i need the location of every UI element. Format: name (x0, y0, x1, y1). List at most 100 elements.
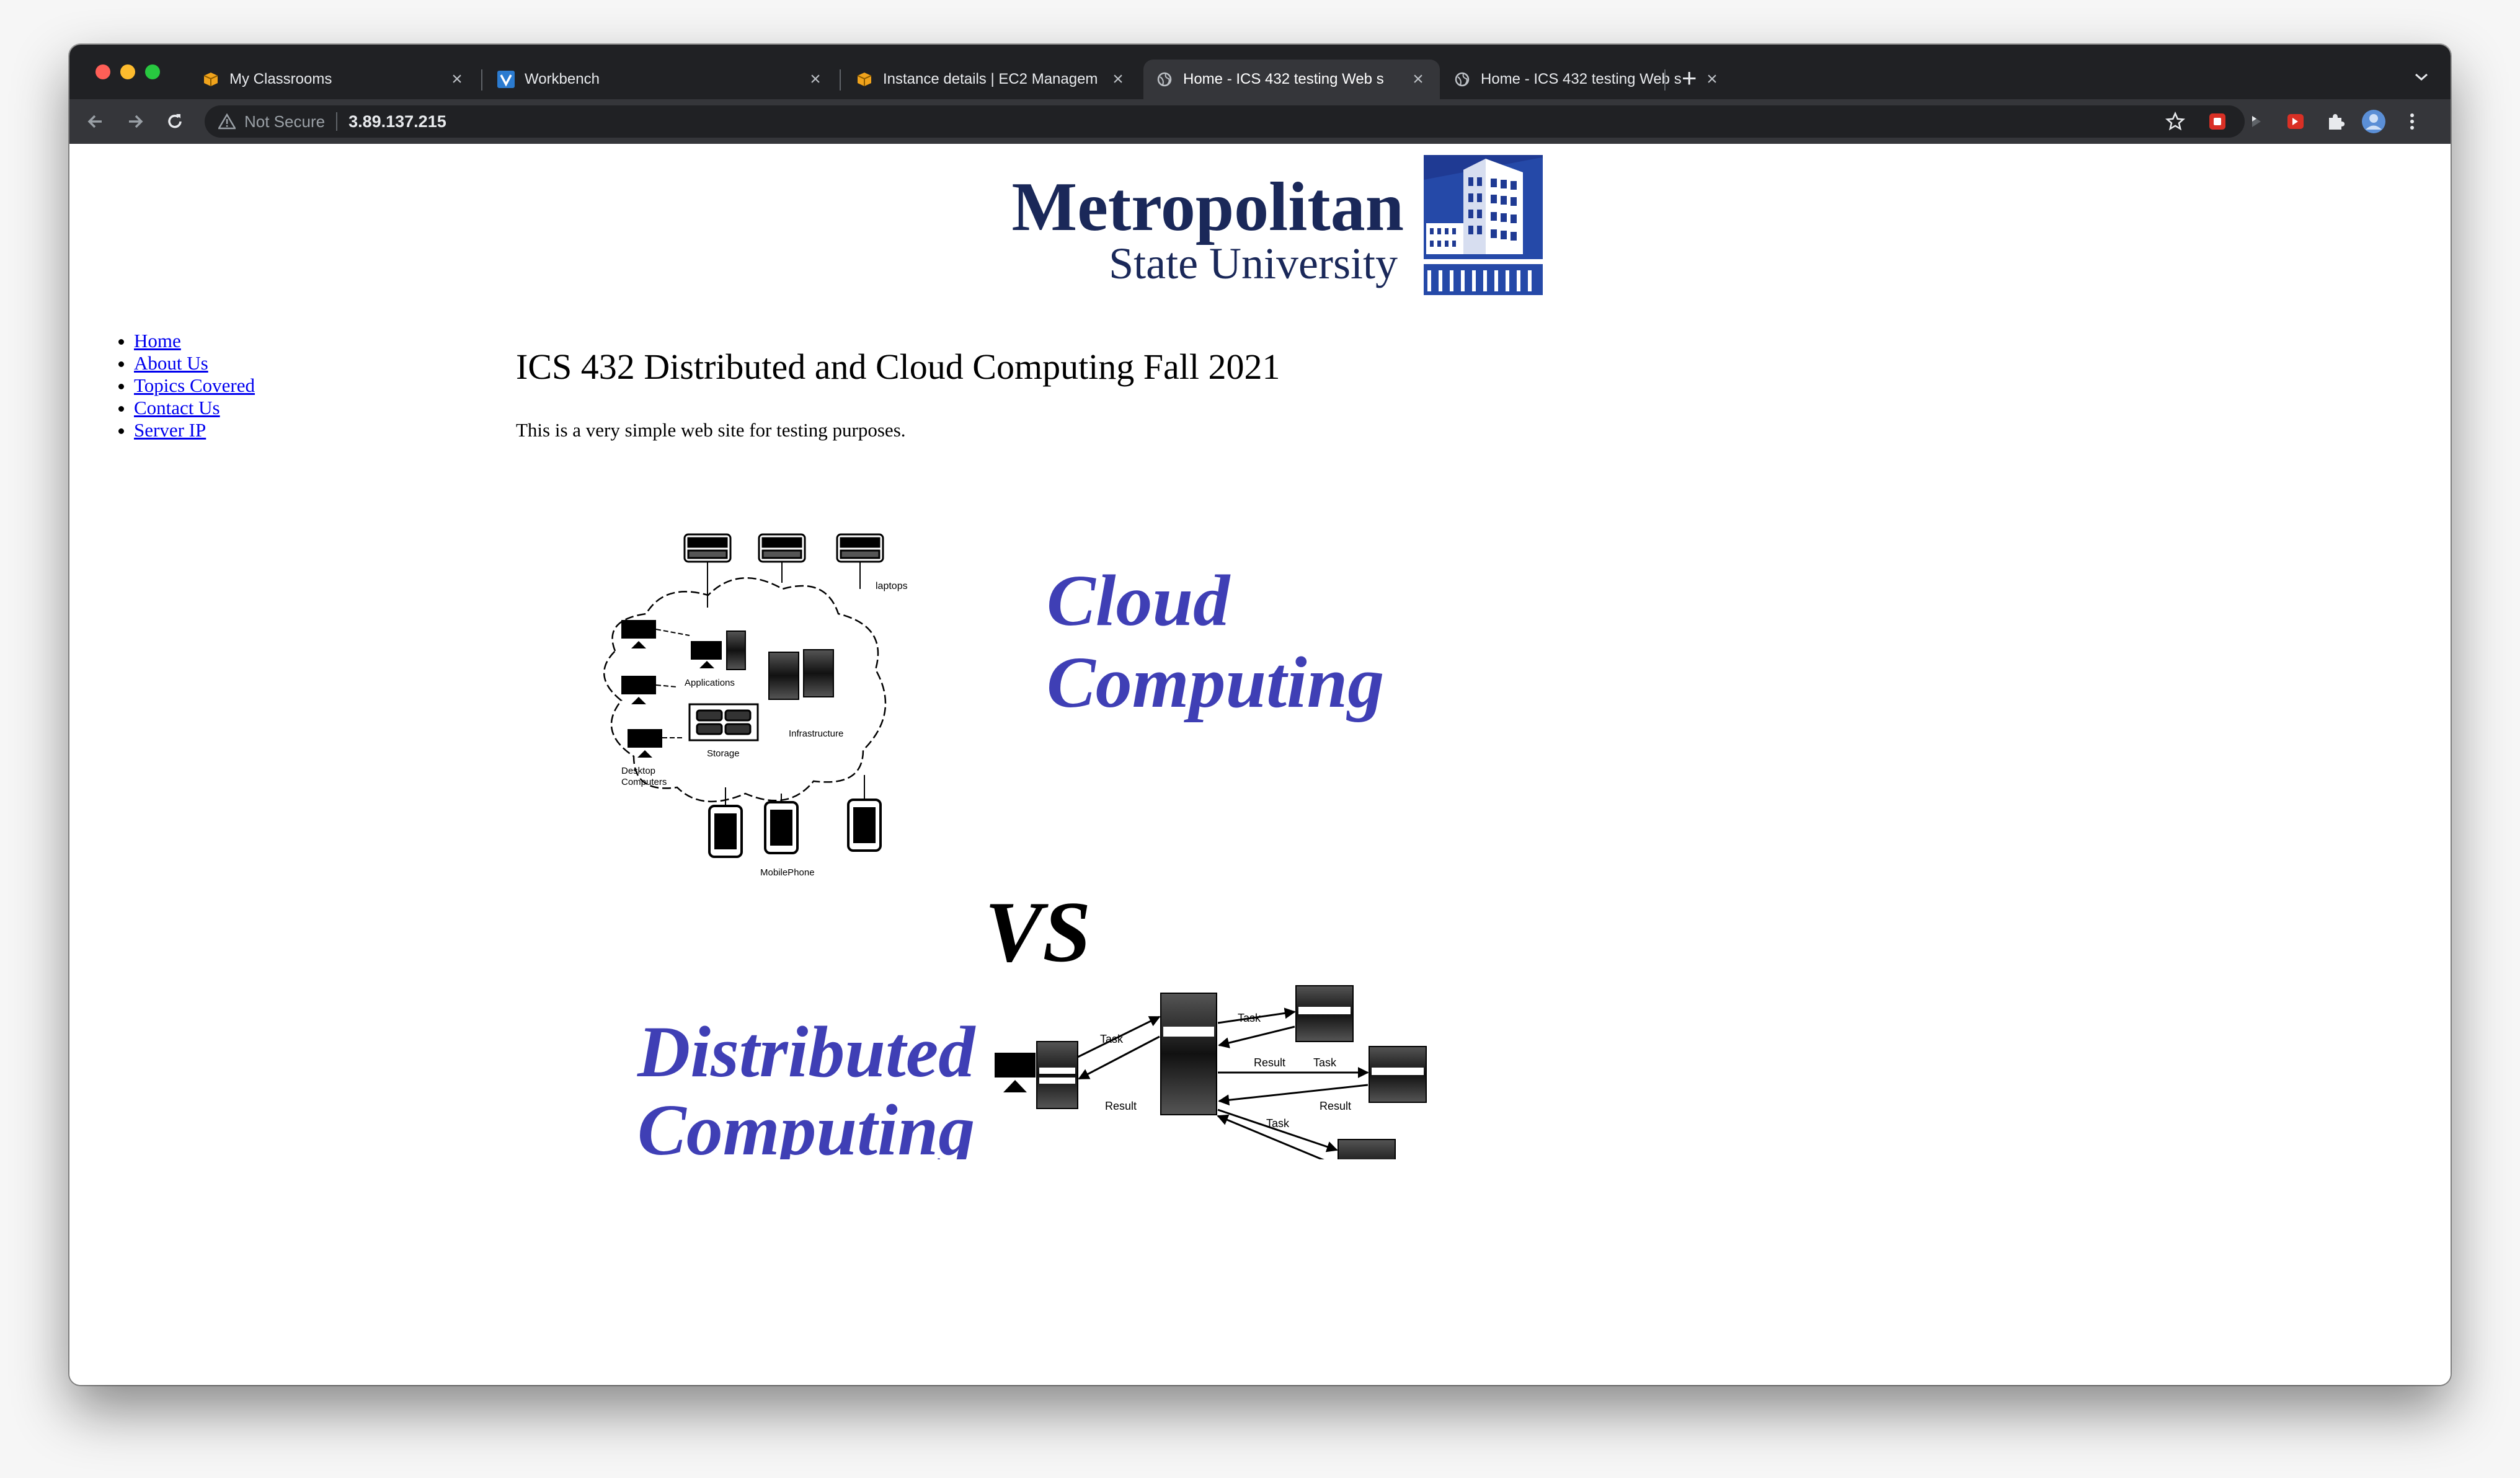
storage-icon (688, 703, 759, 741)
url-text[interactable]: 3.89.137.215 (348, 112, 446, 131)
logo-wordmark-line1: Metropolitan (1011, 169, 1404, 246)
nav-item-topics-covered: Topics Covered (134, 374, 255, 397)
close-tab-icon[interactable]: × (1109, 69, 1127, 90)
security-indicator[interactable]: Not Secure (218, 112, 325, 131)
close-tab-icon[interactable]: × (1409, 69, 1427, 90)
page-title: ICS 432 Distributed and Cloud Computing … (516, 347, 1280, 387)
maximize-window-button[interactable] (145, 64, 160, 79)
label-task: Task (1313, 1056, 1337, 1069)
close-tab-icon[interactable]: × (448, 69, 466, 90)
close-tab-icon[interactable]: × (1703, 69, 1721, 90)
aws-box-icon (202, 71, 220, 88)
tab-my-classrooms[interactable]: My Classrooms × (190, 60, 479, 99)
laptop-icon (836, 533, 884, 563)
bookmark-star-icon[interactable] (2163, 109, 2188, 134)
label-task: Task (1238, 1012, 1261, 1024)
tab-divider (840, 69, 841, 91)
tab-title: Workbench (525, 71, 600, 87)
infrastructure-servers-icon (768, 649, 834, 700)
aws-box-icon (856, 71, 873, 88)
building-emblem-icon (1424, 155, 1543, 295)
nav-item-server-ip: Server IP (134, 419, 255, 441)
new-tab-button[interactable]: + (1682, 65, 1697, 91)
label-desktop-line2: Computers (621, 777, 667, 787)
university-logo[interactable]: Metropolitan State University (975, 155, 1570, 304)
page-description: This is a very simple web site for testi… (516, 419, 906, 441)
globe-icon (1156, 71, 1173, 88)
nav-item-contact-us: Contact Us (134, 397, 255, 419)
globe-icon (1453, 71, 1471, 88)
nav-link-topics-covered[interactable]: Topics Covered (134, 374, 255, 396)
laptop-icon (683, 533, 732, 563)
profile-avatar[interactable] (2361, 109, 2386, 134)
label-laptops: laptops (876, 581, 908, 591)
nav-link-home[interactable]: Home (134, 330, 181, 352)
not-secure-label: Not Secure (244, 112, 326, 131)
worker-server-icon (1338, 1139, 1396, 1159)
applications-icon (691, 631, 746, 670)
nav-link-contact-us[interactable]: Contact Us (134, 397, 220, 418)
nav-link-server-ip[interactable]: Server IP (134, 419, 206, 441)
close-window-button[interactable] (95, 64, 110, 79)
distributed-computing-title-line1: Distributed (637, 1011, 976, 1092)
nav-item-about-us: About Us (134, 352, 255, 374)
tab-home-active[interactable]: Home - ICS 432 testing Web s × (1143, 60, 1440, 99)
vs-label: VS (985, 884, 1091, 980)
label-desktop-line1: Desktop (621, 766, 655, 776)
omnibox-divider (336, 112, 338, 131)
master-server-icon (1160, 993, 1217, 1115)
warning-triangle-icon (218, 113, 236, 130)
site-navigation: Home About Us Topics Covered Contact Us … (69, 330, 255, 441)
label-mobile-phone: MobilePhone (760, 867, 815, 878)
label-infrastructure: Infrastructure (789, 728, 843, 739)
extensions-puzzle-icon[interactable] (2323, 109, 2348, 134)
browser-window: My Classrooms × Workbench × Instance det… (69, 45, 2451, 1385)
tab-title: Home - ICS 432 testing Web s (1183, 71, 1384, 87)
tab-title: Instance details | EC2 Managem (883, 71, 1098, 87)
worker-server-icon (1369, 1046, 1427, 1103)
nav-link-about-us[interactable]: About Us (134, 352, 208, 374)
mobile-phone-icon (847, 799, 882, 852)
label-task: Task (1266, 1117, 1290, 1130)
close-tab-icon[interactable]: × (806, 69, 825, 90)
extension-play-icon[interactable] (2243, 109, 2268, 134)
nav-item-home: Home (134, 330, 255, 352)
tab-strip: My Classrooms × Workbench × Instance det… (69, 45, 2451, 99)
cloud-computing-title-line2: Computing (1047, 642, 1384, 723)
desktop-computer-icon (621, 620, 656, 648)
tab-workbench[interactable]: Workbench × (485, 60, 837, 99)
tab-divider (1664, 69, 1666, 91)
label-result: Result (1320, 1100, 1351, 1112)
cloud-computing-title-line1: Cloud (1047, 560, 1231, 641)
minimize-window-button[interactable] (120, 64, 135, 79)
worker-server-icon (1295, 985, 1354, 1042)
mobile-phone-icon (708, 805, 743, 858)
label-applications: Applications (685, 678, 735, 688)
label-result: Result (1254, 1056, 1285, 1069)
browser-menu-kebab-icon[interactable] (2400, 109, 2425, 134)
label-task: Task (1100, 1033, 1124, 1045)
label-storage: Storage (707, 748, 740, 759)
page-content: Metropolitan State University • Home • A… (69, 144, 2451, 1385)
forward-arrow-icon[interactable] (124, 110, 146, 133)
extension-red-icon[interactable] (2205, 109, 2230, 134)
back-arrow-icon[interactable] (84, 110, 107, 133)
laptop-icon (758, 533, 806, 563)
browser-toolbar: Not Secure 3.89.137.215 (69, 99, 2451, 144)
distributed-computing-title-line2: Computing (637, 1089, 975, 1159)
desktop-computer-icon (621, 676, 656, 704)
client-computer-icon (995, 1041, 1078, 1109)
tab-divider (481, 69, 482, 91)
vocareum-v-icon (497, 71, 515, 88)
reload-icon[interactable] (164, 110, 186, 133)
logo-wordmark-line2: State University (1109, 239, 1398, 288)
cloud-vs-distributed-illustration: laptops Desktop Computers Applications I… (603, 533, 1427, 1159)
extension-red-badge-icon[interactable] (2283, 109, 2308, 134)
desktop-computer-icon (628, 729, 662, 758)
mobile-phone-icon (764, 801, 799, 854)
tab-title: My Classrooms (229, 71, 332, 87)
tab-ec2-instance-details[interactable]: Instance details | EC2 Managem × (843, 60, 1140, 99)
label-result: Result (1105, 1100, 1137, 1112)
address-bar[interactable]: Not Secure 3.89.137.215 (205, 105, 2245, 138)
tab-search-chevron-icon[interactable] (2413, 69, 2429, 87)
